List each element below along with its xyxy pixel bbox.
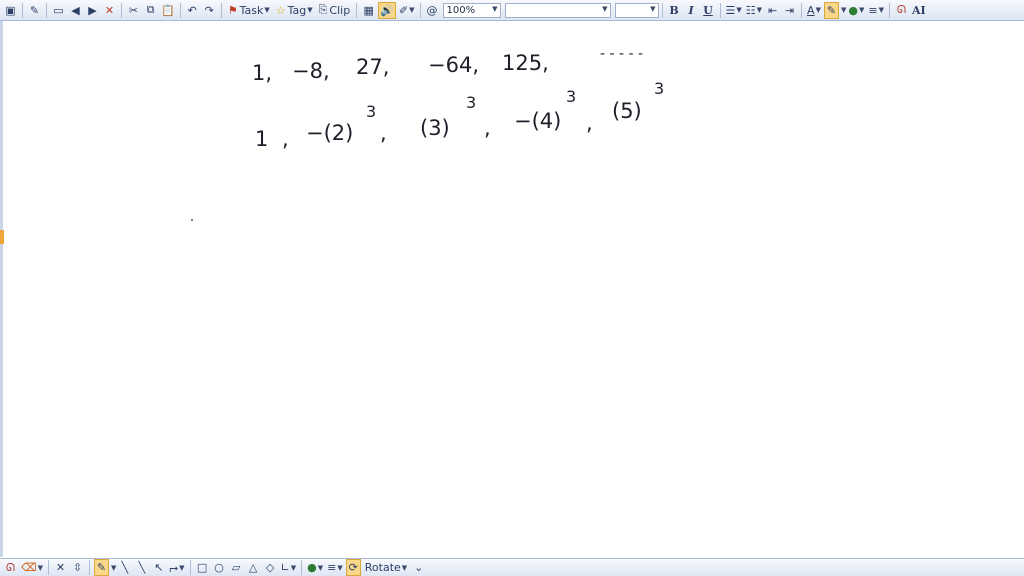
chevron-down-icon: ▼ (602, 4, 608, 13)
highlight-color-button[interactable]: ✎ (823, 1, 839, 19)
eraser-icon[interactable]: ⌫ ▼ (20, 559, 44, 576)
chevron-down-icon: ▼ (858, 6, 865, 14)
left-margin (0, 21, 3, 557)
note-canvas[interactable]: 1, −8, 27, −64, 125, - - - - - 1 , −(2) … (4, 22, 1020, 558)
chevron-down-icon: ▼ (264, 6, 270, 14)
ink-row2-term4: −(4) (514, 109, 561, 133)
text-tool-button[interactable]: AI (911, 2, 927, 19)
stroke-width-icon[interactable]: ≡ ▼ (326, 559, 344, 576)
italic-button[interactable]: I (684, 2, 699, 19)
chevron-down-icon: ▼ (110, 563, 117, 572)
delete-stroke-icon[interactable]: ✕ (53, 559, 68, 576)
font-color-button[interactable]: A ▼ (806, 2, 822, 19)
triangle-icon[interactable]: △ (246, 559, 261, 576)
ink-row2-comma1: , (282, 127, 289, 151)
font-family-select[interactable]: ▼ (504, 2, 611, 18)
copy-icon[interactable]: ⧉ (143, 2, 158, 19)
ink-row1-term1: 1, (252, 61, 272, 85)
ink-row2-comma2: , (380, 121, 387, 145)
more-options-icon[interactable]: ⌄ (411, 559, 426, 576)
zoom-select[interactable]: 100% ▼ (442, 2, 501, 18)
ink-row2-term5: (5) (612, 99, 642, 123)
chevron-down-icon: ▼ (650, 4, 656, 13)
ink-row2-term2: −(2) (306, 121, 353, 145)
flag-icon: ⚑ (227, 3, 238, 17)
lasso-select-icon[interactable]: ᘏ (3, 559, 18, 576)
forward-icon[interactable]: ▶ (85, 2, 100, 19)
pen-tool-icon[interactable]: ✎ (27, 2, 42, 19)
ink-row1-ellipsis: - - - - - (600, 46, 643, 62)
numbered-list-icon[interactable]: ☷ ▼ (745, 2, 763, 19)
ink-row2-exp5: 3 (654, 79, 664, 98)
axis-icon[interactable]: ∟ ▼ (280, 559, 298, 576)
insert-space-icon[interactable]: ⇳ (70, 559, 85, 576)
parallelogram-icon[interactable]: ▱ (229, 559, 244, 576)
line-style-button[interactable]: ≡ ▼ (867, 2, 885, 19)
undo-icon[interactable]: ↶ (185, 2, 200, 19)
chevron-down-icon: ▼ (815, 6, 821, 14)
clip-icon: ⎘ (318, 3, 328, 16)
bold-button[interactable]: B (667, 2, 682, 19)
marker-icon: ✎ (826, 3, 837, 17)
ink-row2-comma4: , (586, 111, 593, 135)
pen-button[interactable]: ✎ (93, 559, 109, 576)
drawing-toolbar: ᘏ ⌫ ▼ ✕ ⇳ ✎ ▼ ╲ ╲ ↖ ⮣ ▼ □ ○ ▱ △ ◇ ∟ ▼ ● ▼ ≡ ▼… (0, 558, 1024, 576)
ink-row1-term3: 27, (356, 55, 389, 79)
rotate-icon[interactable]: ⟳ (345, 559, 361, 576)
fill-color-button[interactable]: ● ▼ (847, 2, 865, 19)
outdent-icon[interactable]: ⇤ (765, 2, 780, 19)
clip-button[interactable]: ⎘ Clip (317, 2, 353, 19)
connector-tool-icon[interactable]: ⮣ ▼ (168, 559, 185, 576)
ink-row2-exp2: 3 (366, 102, 376, 121)
main-toolbar: ▣ ✎ ▭ ◀ ▶ ✕ ✂ ⧉ 📋 ↶ ↷ ⚑ Task ▼ ☆ Tag ▼ ⎘… (0, 0, 1024, 21)
ink-row2-term1: 1 (255, 127, 268, 151)
ink-row2-term3: (3) (420, 116, 450, 140)
ink-row2-comma3: , (484, 116, 491, 140)
delete-page-icon[interactable]: ✕ (102, 2, 117, 19)
font-size-select[interactable]: ▼ (614, 2, 659, 18)
diamond-icon[interactable]: ◇ (263, 559, 278, 576)
sidebar-toggle-icon[interactable]: ▣ (3, 2, 18, 19)
cut-icon[interactable]: ✂ (126, 2, 141, 19)
at-icon[interactable]: @ (425, 2, 440, 19)
ink-dot (191, 219, 193, 221)
arrow-tool-icon[interactable]: ↖ (151, 559, 166, 576)
chevron-down-icon: ▼ (307, 6, 313, 14)
ink-row1-term4: −64, (428, 53, 479, 77)
highlighter-icon[interactable]: ✐ ▼ (398, 2, 416, 19)
chevron-down-icon: ▼ (840, 6, 847, 14)
rotate-button[interactable]: Rotate ▼ (363, 559, 409, 576)
ink-row1-term2: −8, (292, 59, 330, 83)
ink-row1-term5: 125, (502, 51, 549, 75)
task-button[interactable]: ⚑ Task ▼ (226, 2, 272, 19)
star-icon: ☆ (275, 3, 286, 17)
chevron-down-icon: ▼ (492, 4, 498, 13)
line-tool-icon[interactable]: ╲ (117, 559, 132, 576)
audio-icon[interactable]: 🔊 (378, 1, 396, 19)
handwritten-ink: 1, −8, 27, −64, 125, - - - - - 1 , −(2) … (191, 46, 664, 221)
redo-icon[interactable]: ↷ (202, 2, 217, 19)
back-icon[interactable]: ◀ (68, 2, 83, 19)
rectangle-icon[interactable]: □ (195, 559, 210, 576)
table-icon[interactable]: ▦ (361, 2, 376, 19)
indent-icon[interactable]: ⇥ (782, 2, 797, 19)
color-palette-icon[interactable]: ● ▼ (306, 559, 324, 576)
paint-bucket-icon: ● (848, 3, 858, 17)
bullet-list-icon[interactable]: ☰ ▼ (725, 2, 743, 19)
chevron-down-icon: ▼ (401, 563, 408, 572)
ink-row2-exp4: 3 (566, 87, 576, 106)
lasso-icon[interactable]: ᘏ (894, 2, 909, 19)
ink-row2-exp3: 3 (466, 93, 476, 112)
paste-icon[interactable]: 📋 (160, 2, 176, 19)
new-page-icon[interactable]: ▭ (51, 2, 66, 19)
ellipse-icon[interactable]: ○ (212, 559, 227, 576)
underline-button[interactable]: U (701, 2, 716, 19)
tag-button[interactable]: ☆ Tag ▼ (274, 2, 315, 19)
line-tool-2-icon[interactable]: ╲ (134, 559, 149, 576)
